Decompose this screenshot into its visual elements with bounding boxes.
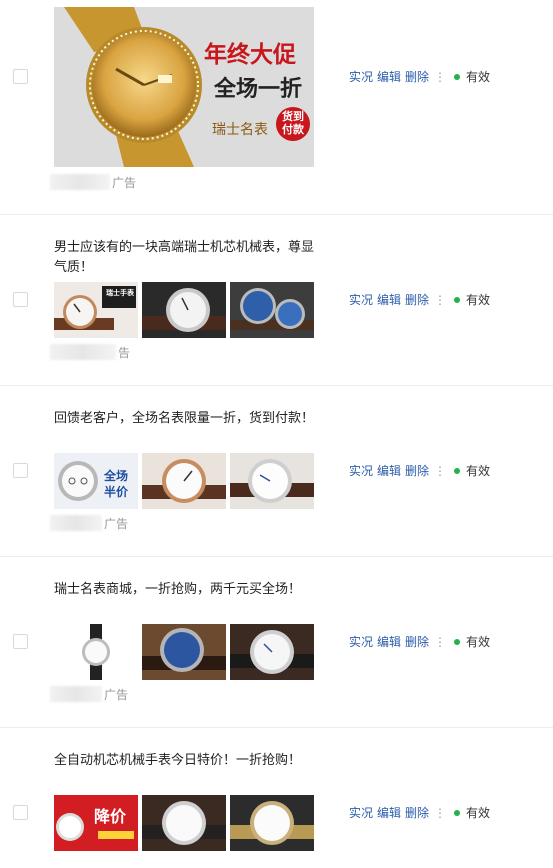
view-live-link[interactable]: 实况 [349, 462, 373, 479]
thumb-caption-2: 半价 [104, 485, 129, 499]
ad-row: 回馈老客户，全场名表限量一折，货到付款！ 全场 半价 广告 实况 编辑 删除 ⋮… [0, 386, 553, 557]
status-label: 有效 [466, 464, 491, 478]
watch-thumbnail [142, 624, 226, 680]
status-dot-icon [454, 809, 461, 816]
watch-thumbnail [230, 795, 314, 851]
silver-watch-image [142, 282, 226, 338]
view-live-link[interactable]: 实况 [349, 804, 373, 821]
thumb-caption: 降价 [94, 807, 127, 826]
status-dot-icon [454, 73, 461, 80]
silver-watch-image [230, 624, 314, 680]
cod-badge-text: 货到付款 [282, 111, 304, 136]
select-checkbox[interactable] [13, 634, 28, 649]
select-checkbox[interactable] [13, 69, 28, 84]
rose-gold-watch-image [142, 453, 226, 509]
ad-source-label: 告 [118, 345, 131, 360]
view-live-link[interactable]: 实况 [349, 291, 373, 308]
more-options-icon[interactable]: ⋮ [434, 70, 446, 84]
status-label: 有效 [466, 70, 491, 84]
banner-line-3: 瑞士名表 [212, 122, 268, 138]
status-dot-icon [454, 638, 461, 645]
ad-row: 男士应该有的一块高端瑞士机芯机械表，尊显气质！ 瑞士手表 告 实况 编辑 删除 … [0, 215, 553, 386]
blurred-advertiser-name [50, 344, 116, 360]
blurred-advertiser-name [50, 686, 102, 702]
ad-source: 广告 [50, 514, 128, 532]
banner-line-2: 全场一折 [214, 77, 303, 102]
edit-link[interactable]: 编辑 [377, 633, 401, 650]
watch-thumbnail [230, 282, 314, 338]
leather-strap-watch-image [54, 624, 138, 680]
more-options-icon[interactable]: ⋮ [434, 635, 446, 649]
edit-link[interactable]: 编辑 [377, 68, 401, 85]
delete-link[interactable]: 删除 [405, 462, 429, 479]
select-checkbox[interactable] [13, 292, 28, 307]
silver-watch-image [142, 795, 226, 851]
blue-dial-watch-image [230, 282, 314, 338]
ad-title: 瑞士名表商城，一折抢购，两千元买全场！ [54, 581, 302, 596]
select-checkbox[interactable] [13, 463, 28, 478]
more-options-icon[interactable]: ⋮ [434, 464, 446, 478]
watch-thumbnail: 降价 [54, 795, 138, 851]
blurred-advertiser-name [50, 515, 102, 531]
ad-source-label: 广告 [104, 516, 129, 531]
watch-thumbnail [142, 795, 226, 851]
more-options-icon[interactable]: ⋮ [434, 806, 446, 820]
ad-images: 瑞士手表 [54, 282, 314, 338]
silver-watch-image [230, 453, 314, 509]
status-label: 有效 [466, 806, 491, 820]
edit-link[interactable]: 编辑 [377, 462, 401, 479]
ad-title: 全自动机芯机械手表今日特价！一折抢购！ [54, 752, 302, 767]
view-live-link[interactable]: 实况 [349, 633, 373, 650]
row-actions: 实况 编辑 删除 ⋮ 有效 [349, 68, 490, 85]
status-label: 有效 [466, 635, 491, 649]
ad-source: 告 [50, 343, 130, 361]
delete-link[interactable]: 删除 [405, 633, 429, 650]
row-actions: 实况 编辑 删除 ⋮ 有效 [349, 291, 490, 308]
watch-thumbnail: 瑞士手表 [54, 282, 138, 338]
ad-source-label: 广告 [112, 175, 137, 190]
ad-row: 瑞士名表商城，一折抢购，两千元买全场！ 广告 实况 编辑 删除 ⋮ 有效 [0, 557, 553, 728]
ad-images: 降价 [54, 795, 314, 851]
status-dot-icon [454, 467, 461, 474]
watch-thumbnail [54, 624, 138, 680]
row-actions: 实况 编辑 删除 ⋮ 有效 [349, 804, 490, 821]
thumb-caption-1: 全场 [104, 469, 129, 483]
watch-thumbnail [142, 453, 226, 509]
status-label: 有效 [466, 293, 491, 307]
edit-link[interactable]: 编辑 [377, 291, 401, 308]
ad-source-label: 广告 [104, 687, 129, 702]
banner-line-1: 年终大促 [204, 42, 296, 68]
blue-dial-watch-image [142, 624, 226, 680]
blurred-advertiser-name [50, 174, 110, 190]
two-tone-watch-image [230, 795, 314, 851]
delete-link[interactable]: 删除 [405, 291, 429, 308]
edit-link[interactable]: 编辑 [377, 804, 401, 821]
select-checkbox[interactable] [13, 805, 28, 820]
ad-row: 年终大促 全场一折 瑞士名表 货到付款 广告 实况 编辑 删除 ⋮ 有效 [0, 0, 553, 215]
cod-badge: 货到付款 [276, 107, 310, 141]
view-live-link[interactable]: 实况 [349, 68, 373, 85]
delete-link[interactable]: 删除 [405, 804, 429, 821]
thumb-caption: 瑞士手表 [106, 289, 134, 297]
watch-thumbnail [142, 282, 226, 338]
more-options-icon[interactable]: ⋮ [434, 293, 446, 307]
row-actions: 实况 编辑 删除 ⋮ 有效 [349, 633, 490, 650]
ad-source: 广告 [50, 173, 136, 191]
delete-link[interactable]: 删除 [405, 68, 429, 85]
watch-thumbnail: 全场 半价 [54, 453, 138, 509]
ad-images [54, 624, 314, 680]
ad-images: 全场 半价 [54, 453, 314, 509]
watch-thumbnail [230, 624, 314, 680]
ad-banner-image: 年终大促 全场一折 瑞士名表 货到付款 [54, 7, 314, 167]
watch-thumbnail [230, 453, 314, 509]
ad-row: 全自动机芯机械手表今日特价！一折抢购！ 降价 实况 编辑 删除 ⋮ 有效 [0, 728, 553, 868]
ad-title: 回馈老客户，全场名表限量一折，货到付款！ [54, 410, 315, 425]
status-dot-icon [454, 296, 461, 303]
ad-source: 广告 [50, 685, 128, 703]
ad-title: 男士应该有的一块高端瑞士机芯机械表，尊显气质！ [54, 239, 315, 274]
row-actions: 实况 编辑 删除 ⋮ 有效 [349, 462, 490, 479]
